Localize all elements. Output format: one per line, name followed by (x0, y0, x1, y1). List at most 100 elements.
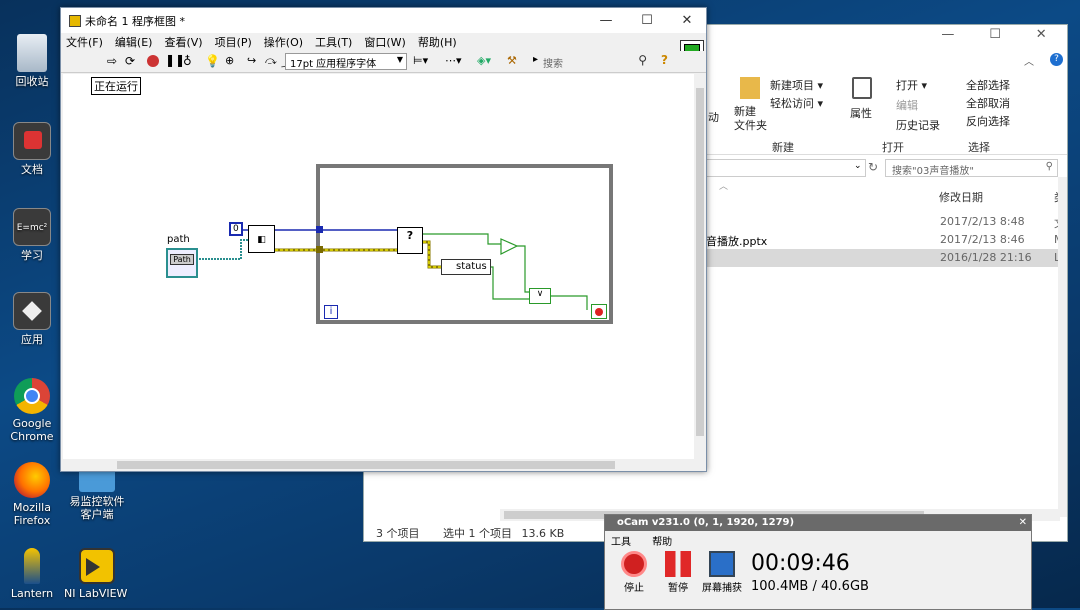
recording-size: 100.4MB / 40.6GB (751, 579, 869, 594)
ocam-menu-help[interactable]: 帮助 (652, 537, 672, 548)
desktop-icon-label: Mozilla Firefox (13, 501, 51, 527)
maximize-button[interactable]: ☐ (627, 8, 667, 33)
distribute-objects-icon[interactable]: ⋯▾ (445, 54, 462, 67)
refresh-icon[interactable]: ↻ (868, 160, 878, 174)
menu-help[interactable]: 帮助(H) (418, 34, 457, 50)
recording-timer: 00:09:46 (751, 551, 850, 576)
close-icon[interactable]: ✕ (1019, 515, 1027, 531)
column-header-date[interactable]: 修改日期 (939, 189, 983, 205)
select-none-button[interactable]: 全部取消 (966, 95, 1010, 111)
edit-button[interactable]: 编辑 (896, 97, 918, 113)
sound-file-open-vi[interactable]: ◧ (248, 225, 275, 253)
align-objects-icon[interactable]: ⊨▾ (413, 54, 428, 67)
abort-icon[interactable] (147, 55, 159, 67)
menu-window[interactable]: 窗口(W) (364, 34, 405, 50)
horizontal-scrollbar[interactable] (63, 459, 694, 471)
desktop-icon-apps[interactable]: 应用 (0, 292, 64, 346)
minimize-button[interactable]: — (586, 8, 626, 33)
menu-tools[interactable]: 工具(T) (315, 34, 352, 50)
menu-operate[interactable]: 操作(O) (264, 34, 303, 50)
capture-label: 屏幕捕获 (702, 583, 742, 594)
lightbulb-icon[interactable]: 💡 (205, 54, 220, 68)
address-bar[interactable] (704, 159, 866, 177)
ocam-window: oCam v231.0 (0, 1, 1920, 1279) ✕ 工具 帮助 停止… (604, 514, 1032, 610)
desktop-icon-study[interactable]: E=mc² 学习 (0, 208, 64, 262)
menu-view[interactable]: 查看(V) (164, 34, 202, 50)
open-button[interactable]: 打开 ▾ (896, 77, 927, 93)
desktop-icon-label: 学习 (21, 249, 43, 262)
vertical-scrollbar[interactable] (1058, 177, 1067, 517)
run-arrow-icon[interactable]: ⇨ (107, 54, 117, 68)
minimize-icon[interactable]: — (941, 27, 954, 49)
clean-up-diagram-icon[interactable]: ⚒ (507, 54, 517, 67)
group-label-new: 新建 (772, 141, 794, 154)
chrome-icon (14, 378, 50, 414)
group-label-select: 选择 (968, 141, 990, 154)
ocam-title-bar: oCam v231.0 (0, 1, 1920, 1279) ✕ (605, 515, 1031, 531)
labview-block-diagram-window: 未命名 1 程序框图 * — ☐ ✕ 文件(F) 编辑(E) 查看(V) 项目(… (60, 7, 707, 472)
font-select-value: 17pt 应用程序字体 (290, 59, 377, 70)
stop-record-icon (621, 551, 647, 577)
menu-file[interactable]: 文件(F) (66, 34, 103, 50)
screen-capture-button[interactable]: 屏幕捕获 (697, 551, 747, 594)
desktop-icon-labview[interactable]: NI LabVIEW 2016 (32 (64, 548, 130, 600)
bool-wire-1 (423, 233, 501, 245)
path-terminal-text: Path (170, 254, 194, 265)
close-button[interactable]: ✕ (667, 8, 707, 33)
toolbar-search-input[interactable]: 搜索 ⚲ (541, 53, 651, 70)
new-folder-button[interactable]: 新建 文件夹 (734, 105, 767, 133)
properties-icon (852, 77, 872, 99)
font-select[interactable]: 17pt 应用程序字体 ▼ (285, 53, 407, 70)
menu-edit[interactable]: 编辑(E) (115, 34, 153, 50)
desktop-icon-firefox[interactable]: Mozilla Firefox (0, 462, 64, 527)
history-button[interactable]: 历史记录 (896, 117, 940, 133)
search-expand-icon[interactable]: ▸ (533, 54, 538, 65)
sound-file-info-vi[interactable]: ? (397, 227, 423, 254)
toolbar: ⇨ ⟳ ❚❚ ♁ 💡 ⊕ ↪ ⤼ ⤴ 17pt 应用程序字体▼ ⊨▾ ⋯▾ ◈▾… (61, 51, 706, 73)
desktop-icon-documents[interactable]: 文档 (0, 122, 64, 176)
run-continuously-icon[interactable]: ⟳ (125, 54, 135, 68)
new-item-button[interactable]: 新建项目 ▾ (770, 77, 823, 93)
firefox-icon (14, 462, 50, 498)
desktop-icon-label: Lantern (10, 587, 54, 600)
desktop-icon-chrome[interactable]: Google Chrome (0, 378, 64, 443)
window-title: 未命名 1 程序框图 * (85, 14, 185, 28)
unbundle-status[interactable]: status (441, 259, 491, 275)
numeric-constant[interactable]: 0 (229, 222, 243, 236)
properties-button[interactable]: 属性 (850, 105, 872, 121)
highlight-execution-icon[interactable]: ♁ (183, 54, 192, 68)
step-into-icon[interactable]: ↪ (247, 54, 256, 67)
invert-selection-button[interactable]: 反向选择 (966, 113, 1010, 129)
or-function[interactable]: ∨ (529, 288, 551, 304)
desktop-icon-lantern[interactable]: Lantern (0, 548, 64, 600)
pause-button[interactable]: 暂停 (653, 551, 703, 594)
select-all-button[interactable]: 全部选择 (966, 77, 1010, 93)
search-input[interactable]: 搜索"03声音播放" ⚲ (885, 159, 1058, 177)
resize-objects-icon[interactable]: ◈▾ (477, 54, 491, 67)
desktop-icon-monitor-client[interactable]: 易监控软件客户端 (64, 468, 130, 521)
step-over-icon[interactable]: ⤼ (265, 54, 277, 68)
desktop-icon-recycle-bin[interactable]: 回收站 (0, 34, 64, 88)
help-icon[interactable]: ? (1050, 53, 1063, 66)
bool-wire-stop (551, 295, 588, 310)
ocam-menu-tools[interactable]: 工具 (611, 537, 631, 548)
stop-condition-terminal[interactable] (591, 304, 607, 319)
context-help-icon[interactable]: ? (661, 53, 668, 67)
block-diagram-canvas[interactable]: 正在运行 path Path 0 ◧ ? status ∨ i (63, 74, 694, 459)
vertical-scrollbar[interactable] (694, 74, 706, 459)
desktop-icon-label: 易监控软件客户端 (69, 495, 125, 521)
new-folder-icon (740, 77, 760, 99)
move-label: 动 (708, 111, 719, 124)
stop-button[interactable]: 停止 (609, 551, 659, 594)
close-icon[interactable]: ✕ (1036, 27, 1047, 49)
chevron-up-icon[interactable]: ︿ (1024, 53, 1034, 68)
easy-access-button[interactable]: 轻松访问 ▾ (770, 95, 823, 111)
chevron-down-icon[interactable]: ⌄ (854, 161, 862, 171)
retain-wire-values-icon[interactable]: ⊕ (225, 54, 234, 67)
loop-iteration-terminal: i (324, 305, 338, 319)
path-control-terminal[interactable]: Path (166, 248, 198, 278)
menu-project[interactable]: 项目(P) (215, 34, 252, 50)
error-tunnel (316, 246, 323, 253)
maximize-icon[interactable]: ☐ (989, 27, 1001, 49)
status-selected: 选中 1 个项目 (443, 527, 512, 540)
